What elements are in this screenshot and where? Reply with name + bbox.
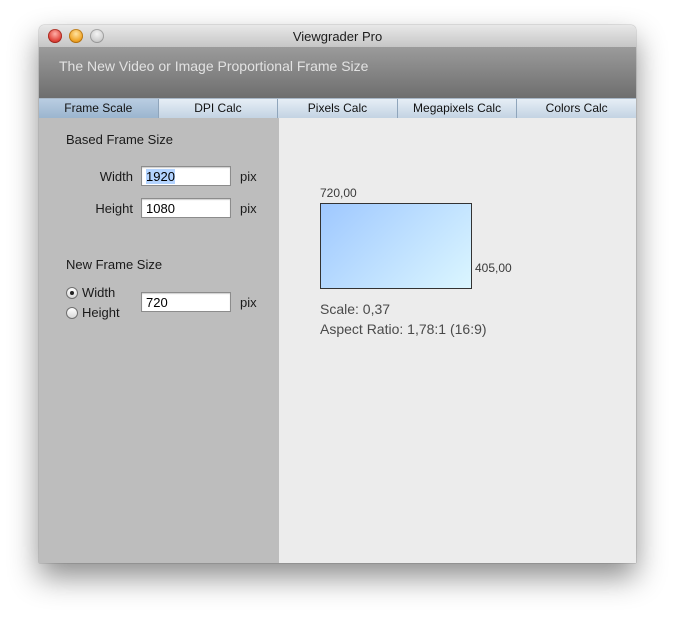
preview-panel: 720,00 405,00 Scale: 0,37 Aspect Ratio: … [279, 118, 636, 563]
tab-pixels-calc[interactable]: Pixels Calc [278, 99, 398, 118]
new-frame-title: New Frame Size [66, 257, 163, 272]
scale-readout: Scale: 0,37 [320, 301, 391, 317]
tab-megapixels-calc[interactable]: Megapixels Calc [398, 99, 518, 118]
based-width-input[interactable]: 1920 [141, 166, 231, 186]
based-height-unit: pix [240, 201, 257, 216]
based-width-value: 1920 [146, 169, 175, 184]
preview-height-label: 405,00 [475, 261, 512, 275]
radio-height-label: Height [82, 305, 120, 320]
new-size-input[interactable]: 720 [141, 292, 231, 312]
banner-text: The New Video or Image Proportional Fram… [59, 58, 369, 74]
based-height-input[interactable]: 1080 [141, 198, 231, 218]
tab-frame-scale[interactable]: Frame Scale [39, 99, 159, 118]
radio-height-option[interactable]: Height [66, 305, 120, 320]
tab-bar: Frame Scale DPI Calc Pixels Calc Megapix… [39, 98, 636, 119]
new-size-value: 720 [146, 295, 168, 310]
based-height-label: Height [95, 201, 133, 216]
tab-colors-calc[interactable]: Colors Calc [517, 99, 636, 118]
frame-preview [320, 203, 472, 289]
tab-dpi-calc[interactable]: DPI Calc [159, 99, 279, 118]
based-height-value: 1080 [146, 201, 175, 216]
radio-width-option[interactable]: Width [66, 285, 115, 300]
based-width-unit: pix [240, 169, 257, 184]
window-title: Viewgrader Pro [292, 29, 383, 44]
based-width-label: Width [99, 169, 133, 184]
input-panel: Based Frame Size Width 1920 pix Height 1… [39, 118, 280, 563]
title-bar[interactable]: Viewgrader Pro [39, 25, 636, 48]
header-banner: The New Video or Image Proportional Fram… [39, 48, 636, 98]
preview-width-label: 720,00 [320, 186, 357, 200]
radio-width[interactable] [66, 286, 78, 299]
aspect-ratio-readout: Aspect Ratio: 1,78:1 (16:9) [320, 321, 487, 337]
new-size-unit: pix [240, 295, 257, 310]
radio-height[interactable] [66, 306, 78, 319]
app-window: Viewgrader Pro The New Video or Image Pr… [39, 25, 636, 563]
based-frame-title: Based Frame Size [66, 132, 173, 147]
radio-width-label: Width [82, 285, 116, 300]
